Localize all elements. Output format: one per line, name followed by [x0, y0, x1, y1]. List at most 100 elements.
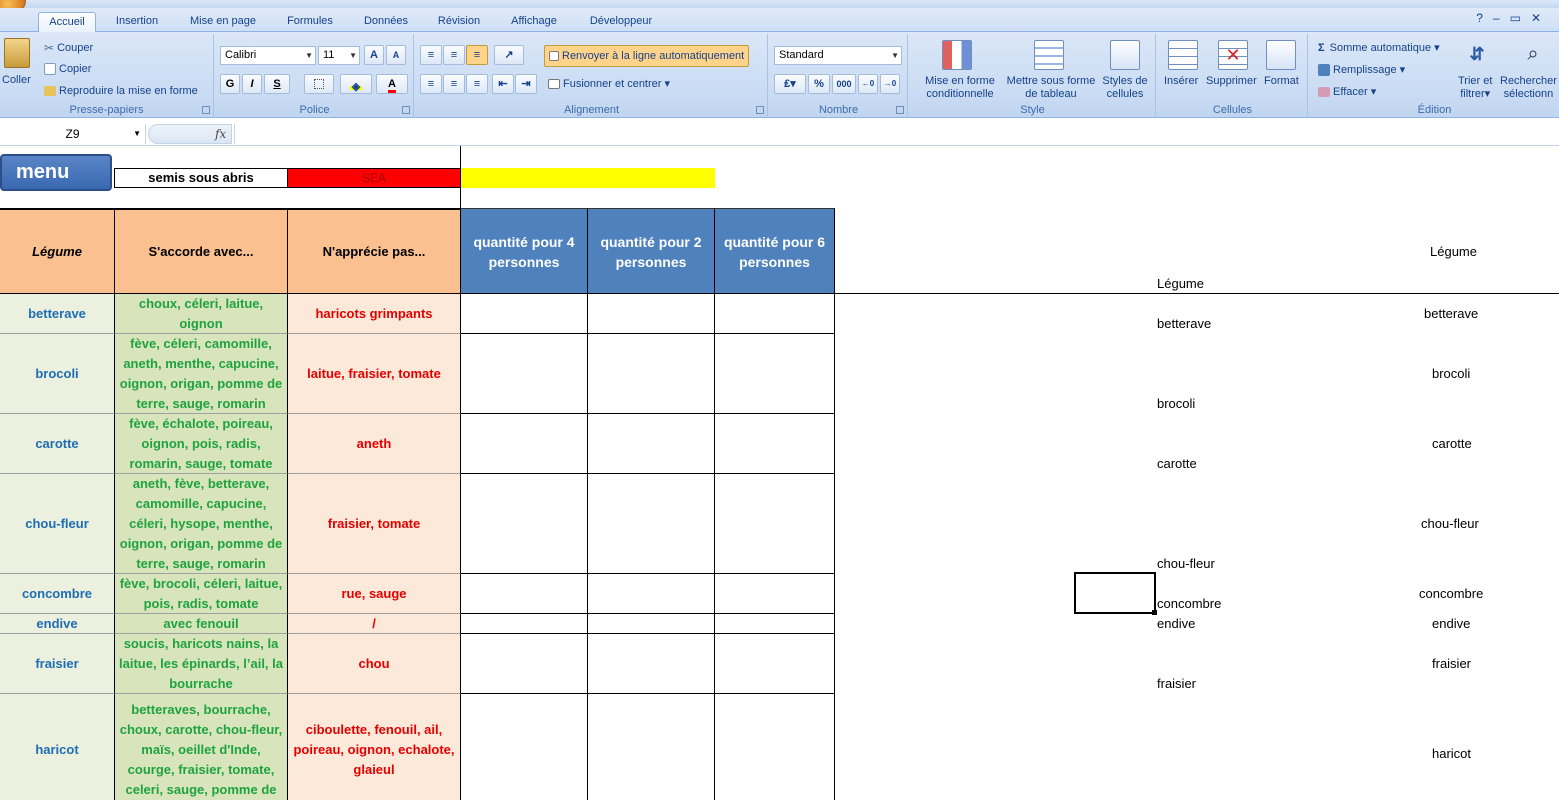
fill-button[interactable]: Remplissage ▾	[1318, 63, 1405, 77]
row-q4[interactable]	[461, 474, 588, 574]
row-accorde[interactable]: avec fenouil	[115, 614, 288, 634]
format-as-table-button[interactable]: Mettre sous forme de tableau	[1002, 75, 1100, 101]
paste-button[interactable]: Coller	[2, 74, 31, 86]
row-apprecie[interactable]: haricots grimpants	[288, 294, 461, 334]
sort-filter-button[interactable]: Trier et filtrer▾	[1458, 75, 1492, 101]
cell-styles-button[interactable]: Styles de cellules	[1098, 75, 1152, 101]
row-q2[interactable]	[588, 334, 715, 414]
percent-button[interactable]: %	[808, 74, 830, 94]
tab-donnees[interactable]: Données	[352, 12, 420, 32]
row-q4[interactable]	[461, 574, 588, 614]
increase-decimal-button[interactable]: ←0	[858, 74, 878, 94]
decrease-decimal-button[interactable]: →0	[880, 74, 900, 94]
insert-button[interactable]: Insérer	[1164, 75, 1198, 87]
tab-insertion[interactable]: Insertion	[104, 12, 170, 32]
underline-button[interactable]: S	[264, 74, 290, 94]
row-q6[interactable]	[715, 634, 835, 694]
name-box[interactable]: Z9 ▼	[0, 124, 146, 144]
row-q2[interactable]	[588, 694, 715, 800]
format-button[interactable]: Format	[1264, 75, 1299, 87]
row-accorde[interactable]: soucis, haricots nains, la laitue, les é…	[115, 634, 288, 694]
fill-handle[interactable]	[1152, 610, 1157, 615]
row-apprecie[interactable]: aneth	[288, 414, 461, 474]
row-q6[interactable]	[715, 474, 835, 574]
delete-button[interactable]: Supprimer	[1206, 75, 1257, 87]
find-select-button[interactable]: Rechercher sélectionn	[1500, 75, 1557, 101]
format-painter-button[interactable]: Reproduire la mise en forme	[44, 85, 198, 97]
row-q2[interactable]	[588, 574, 715, 614]
fill-color-button[interactable]: ◈	[340, 74, 372, 94]
increase-indent-button[interactable]: ⇥	[515, 74, 537, 94]
selected-cell[interactable]	[1074, 572, 1156, 614]
row-q6[interactable]	[715, 414, 835, 474]
row-q2[interactable]	[588, 294, 715, 334]
tab-mise-en-page[interactable]: Mise en page	[178, 12, 268, 32]
row-accorde[interactable]: fève, brocoli, céleri, laitue, pois, rad…	[115, 574, 288, 614]
row-legume[interactable]: brocoli	[0, 334, 115, 414]
align-right-button[interactable]: ≡	[466, 74, 488, 94]
row-apprecie[interactable]: fraisier, tomate	[288, 474, 461, 574]
row-q6[interactable]	[715, 694, 835, 800]
row-q4[interactable]	[461, 694, 588, 800]
clear-button[interactable]: Effacer ▾	[1318, 85, 1376, 98]
row-accorde[interactable]: choux, céleri, laitue, oignon	[115, 294, 288, 334]
borders-button[interactable]	[304, 74, 334, 94]
row-q6[interactable]	[715, 614, 835, 634]
row-q6[interactable]	[715, 334, 835, 414]
clipboard-launcher-icon[interactable]	[202, 106, 210, 114]
cut-button[interactable]: ✂ Couper	[44, 41, 93, 55]
row-apprecie[interactable]: laitue, fraisier, tomate	[288, 334, 461, 414]
copy-button[interactable]: Copier	[44, 63, 91, 76]
row-q2[interactable]	[588, 474, 715, 574]
row-q4[interactable]	[461, 614, 588, 634]
row-apprecie[interactable]: ciboulette, fenouil, ail, poireau, oigno…	[288, 694, 461, 800]
row-legume[interactable]: carotte	[0, 414, 115, 474]
row-legume[interactable]: fraisier	[0, 634, 115, 694]
align-top-button[interactable]: ≡	[420, 45, 442, 65]
align-left-button[interactable]: ≡	[420, 74, 442, 94]
number-format-combo[interactable]: Standard ▼	[774, 46, 902, 65]
tab-formules[interactable]: Formules	[276, 12, 344, 32]
tab-developpeur[interactable]: Développeur	[578, 12, 664, 32]
row-legume[interactable]: betterave	[0, 294, 115, 334]
conditional-format-button[interactable]: Mise en forme conditionnelle	[914, 75, 1006, 101]
office-button[interactable]	[0, 0, 26, 8]
shrink-font-button[interactable]: A	[386, 45, 406, 65]
wrap-text-button[interactable]: Renvoyer à la ligne automatiquement	[544, 45, 750, 67]
insert-function-icon[interactable]: fx	[215, 127, 226, 141]
restore-icon[interactable]: ▭	[1510, 11, 1531, 25]
tab-affichage[interactable]: Affichage	[498, 12, 570, 32]
font-size-combo[interactable]: 11 ▼	[318, 46, 360, 65]
tab-revision[interactable]: Révision	[428, 12, 490, 32]
help-icon[interactable]: ?	[1476, 11, 1493, 25]
decrease-indent-button[interactable]: ⇤	[492, 74, 514, 94]
close-icon[interactable]: ✕	[1531, 11, 1551, 25]
row-legume[interactable]: concombre	[0, 574, 115, 614]
number-launcher-icon[interactable]	[896, 106, 904, 114]
row-apprecie[interactable]: /	[288, 614, 461, 634]
bold-button[interactable]: G	[220, 74, 240, 94]
currency-button[interactable]: ₤▾	[774, 74, 806, 94]
row-legume[interactable]: chou-fleur	[0, 474, 115, 574]
row-q6[interactable]	[715, 574, 835, 614]
font-name-combo[interactable]: Calibri ▼	[220, 46, 316, 65]
row-q4[interactable]	[461, 334, 588, 414]
row-q2[interactable]	[588, 414, 715, 474]
row-accorde[interactable]: fève, échalote, poireau, oignon, pois, r…	[115, 414, 288, 474]
row-q6[interactable]	[715, 294, 835, 334]
row-accorde[interactable]: aneth, fève, betterave, camomille, capuc…	[115, 474, 288, 574]
row-q2[interactable]	[588, 614, 715, 634]
row-q4[interactable]	[461, 294, 588, 334]
italic-button[interactable]: I	[242, 74, 262, 94]
font-color-button[interactable]: A	[376, 74, 408, 94]
align-middle-button[interactable]: ≡	[443, 45, 465, 65]
row-q2[interactable]	[588, 634, 715, 694]
row-apprecie[interactable]: rue, sauge	[288, 574, 461, 614]
grow-font-button[interactable]: A	[364, 45, 384, 65]
formula-input[interactable]	[234, 124, 1559, 144]
row-accorde[interactable]: betteraves, bourrache, choux, carotte, c…	[115, 694, 288, 800]
row-q4[interactable]	[461, 634, 588, 694]
orientation-button[interactable]: ↗	[494, 45, 524, 65]
row-apprecie[interactable]: chou	[288, 634, 461, 694]
autosum-button[interactable]: Σ Somme automatique ▾	[1318, 41, 1440, 54]
